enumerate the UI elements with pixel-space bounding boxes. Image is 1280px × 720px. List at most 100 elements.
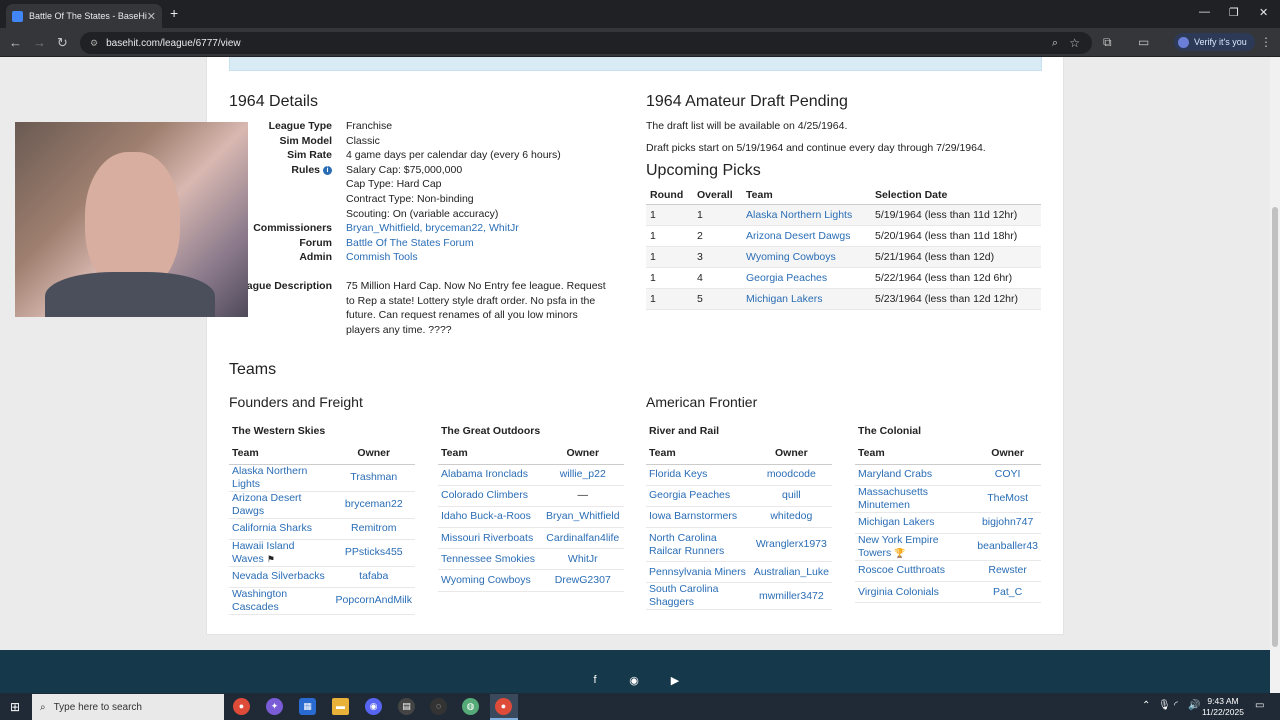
youtube-icon[interactable]: ▶ [668,674,682,687]
owner-link[interactable]: Australian_Luke [750,561,832,584]
facebook-icon[interactable]: f [588,674,602,687]
conference-title: Founders and Freight [229,394,363,410]
owner-link[interactable]: bryceman22 [332,491,415,519]
zoom-icon[interactable]: ⌕ [1052,37,1058,50]
site-info-icon[interactable]: ⚙ [90,38,98,49]
team-link[interactable]: Nevada Silverbacks [229,566,333,588]
team-link[interactable]: Wyoming Cowboys [438,569,542,592]
taskbar-search[interactable]: ⌕ Type here to search [32,694,224,720]
page-scrollbar[interactable] [1270,57,1280,693]
owner-link[interactable]: mwmiller3472 [750,582,832,611]
owner-link[interactable]: PPsticks455 [332,539,415,567]
team-link[interactable]: Wyoming Cowboys [742,246,871,269]
owner-link[interactable]: willie_p22 [541,464,624,486]
store-icon[interactable]: ▦ [299,698,316,715]
reload-icon[interactable]: ↻ [57,35,68,51]
owner-link[interactable]: Trashman [332,464,415,492]
back-icon[interactable]: ← [9,35,22,50]
steam-icon[interactable]: ◌ [430,698,447,715]
team-link[interactable]: Massachusetts Minutemen [855,485,975,513]
address-bar[interactable]: ⚙ basehit.com/league/6777/view ⌕ ☆ [80,32,1092,54]
team-link[interactable]: Missouri Riverboats [438,527,542,550]
mic-icon[interactable]: 🎙 [1158,700,1171,711]
team-link[interactable]: Iowa Barnstormers [646,506,751,529]
team-link[interactable]: Pennsylvania Miners [646,561,751,584]
app-icon[interactable]: ▤ [398,698,415,715]
restore-icon[interactable]: ❐ [1229,6,1239,19]
owner-link[interactable]: TheMost [974,485,1041,513]
owner-link[interactable]: WhitJr [541,548,624,571]
copilot-icon[interactable]: ✦ [266,698,283,715]
team-link[interactable]: Arizona Desert Dawgs [742,225,871,247]
owner-link[interactable]: Wranglerx1973 [750,527,832,563]
table-row: 1 3 Wyoming Cowboys 5/21/1964 (less than 12… [646,246,1041,269]
team-link[interactable]: Alabama Ironclads [438,464,542,486]
team-link[interactable]: Michigan Lakers [855,512,975,534]
forward-icon[interactable]: → [33,35,46,50]
chrome-icon[interactable]: ● [233,698,250,715]
owner-link[interactable]: quill [750,485,832,507]
bookmark-star-icon[interactable]: ☆ [1069,36,1080,50]
team-link[interactable]: Georgia Peaches [742,267,871,290]
owner-link[interactable]: moodcode [750,464,832,486]
commissioners-links[interactable]: Bryan_Whitfield, bryceman22, WhitJr [346,221,629,236]
chrome-active-icon[interactable]: ● [495,698,512,715]
team-link[interactable]: Hawaii Island Waves [232,540,294,565]
team-link[interactable]: North Carolina Railcar Runners [646,527,751,563]
team-link[interactable]: Idaho Buck-a-Roos [438,506,542,529]
team-link[interactable]: Washington Cascades [229,587,333,615]
team-link[interactable]: Alaska Northern Lights [742,204,871,226]
discord-icon[interactable]: ◉ [627,674,641,687]
file-explorer-icon[interactable]: ▬ [332,698,349,715]
owner-link[interactable]: bigjohn747 [974,512,1041,534]
team-link[interactable]: Roscoe Cutthroats [855,560,975,583]
col-selection-date: Selection Date [871,186,1041,205]
owner-link[interactable]: Bryan_Whitfield [541,506,624,529]
commish-tools-link[interactable]: Commish Tools [346,250,629,265]
team-link[interactable]: Virginia Colonials [855,581,975,604]
owner-link[interactable]: whitedog [750,506,832,529]
scrollbar-thumb[interactable] [1272,207,1278,647]
owner-link[interactable]: Remitrom [332,518,415,540]
menu-dots-icon[interactable]: ⋮ [1260,35,1272,49]
team-link[interactable]: Colorado Climbers [438,485,542,507]
cast-icon[interactable]: ▭ [1138,35,1149,49]
extensions-icon[interactable]: ⧉ [1103,35,1112,50]
team-link[interactable]: California Sharks [229,518,333,540]
table-row: Massachusetts Minutemen TheMost [855,485,1041,513]
table-row: Florida Keys moodcode [646,464,832,486]
notifications-icon[interactable]: ▭ [1255,700,1264,711]
new-tab-icon[interactable]: + [170,5,178,21]
taskbar-clock[interactable]: 9:43 AM 11/22/2025 [1196,696,1250,718]
verify-profile-button[interactable]: Verify it's you [1174,33,1255,51]
table-row: Hawaii Island Waves ⚑ PPsticks455 [229,539,415,567]
owner-link[interactable]: Pat_C [974,581,1041,604]
owner-link[interactable]: tafaba [332,566,415,588]
app-icon[interactable]: ◍ [462,698,479,715]
team-link[interactable]: Arizona Desert Dawgs [229,491,333,519]
browser-tab[interactable]: Battle Of The States - BaseHit, a ✕ [6,4,162,28]
team-link[interactable]: Alaska Northern Lights [229,464,333,492]
owner-link[interactable]: PopcornAndMilk [332,587,415,615]
owner-link[interactable]: COYI [974,464,1041,486]
owner-link[interactable]: Cardinalfan4life [541,527,624,550]
close-tab-icon[interactable]: ✕ [147,10,156,23]
owner-link[interactable]: beanballer43 [974,533,1041,561]
team-link[interactable]: Georgia Peaches [646,485,751,507]
network-icon[interactable]: ◜ [1174,700,1178,711]
team-link[interactable]: Florida Keys [646,464,751,486]
team-link[interactable]: Tennessee Smokies [438,548,542,571]
owner-link[interactable]: DrewG2307 [541,569,624,592]
discord-taskbar-icon[interactable]: ◉ [365,698,382,715]
team-link[interactable]: Maryland Crabs [855,464,975,486]
forum-link[interactable]: Battle Of The States Forum [346,236,629,251]
rules-info-icon[interactable]: i [323,165,332,175]
team-link[interactable]: South Carolina Shaggers [646,582,751,611]
close-window-icon[interactable]: ✕ [1259,6,1268,19]
minimize-icon[interactable]: — [1199,6,1210,18]
team-link[interactable]: Michigan Lakers [742,288,871,311]
windows-start-icon[interactable]: ⊞ [10,700,20,714]
owner-link[interactable]: Rewster [974,560,1041,583]
league-description: 75 Million Hard Cap. Now No Entry fee le… [346,279,606,336]
tray-chevron-icon[interactable]: ⌃ [1142,700,1150,711]
